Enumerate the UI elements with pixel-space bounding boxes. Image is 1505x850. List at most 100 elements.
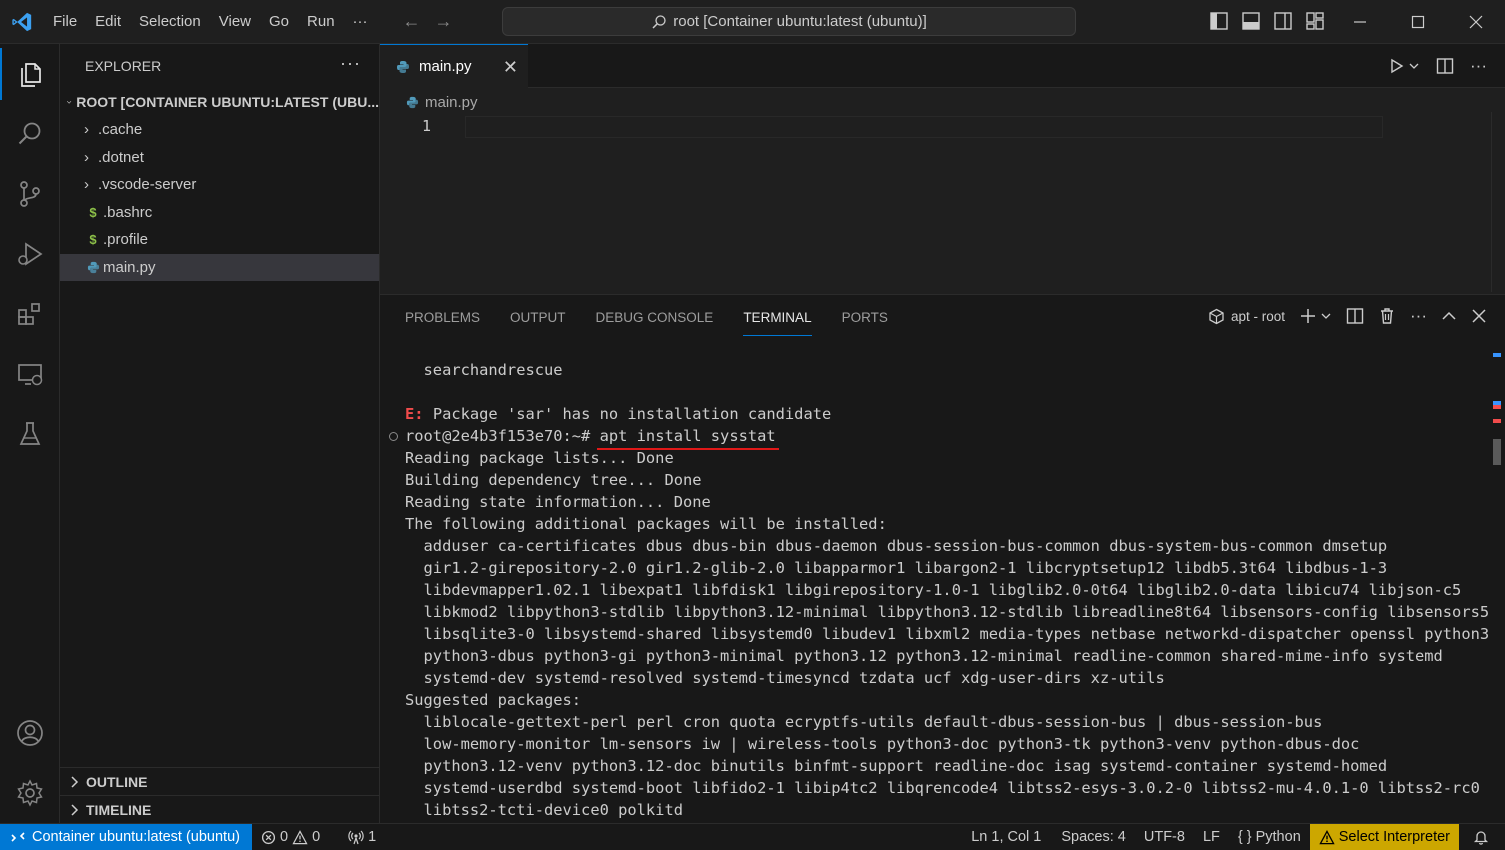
editor-more-actions-icon[interactable]: ···	[1470, 56, 1487, 76]
timeline-section[interactable]: TIMELINE	[60, 795, 380, 823]
maximize-button[interactable]	[1389, 0, 1447, 44]
explorer-activity-button[interactable]	[0, 48, 60, 100]
terminal-line: libdevmapper1.02.1 libexpat1 libfdisk1 l…	[405, 581, 1462, 599]
command-center-label: root [Container ubuntu:latest (ubuntu)]	[673, 13, 927, 30]
menu-go[interactable]: Go	[260, 0, 298, 43]
run-python-file-button[interactable]	[1388, 58, 1420, 74]
tree-item-dotnet[interactable]: › .dotnet	[60, 144, 379, 172]
command-center[interactable]: root [Container ubuntu:latest (ubuntu)]	[502, 7, 1076, 36]
terminal-scrollbar[interactable]	[1491, 353, 1501, 823]
select-interpreter-button[interactable]: Select Interpreter	[1309, 824, 1459, 850]
terminal-line: libkmod2 libpython3-stdlib libpython3.12…	[405, 603, 1490, 621]
overview-marker-blue	[1493, 353, 1501, 357]
minimize-icon	[1354, 21, 1366, 23]
explorer-header: EXPLORER ···	[60, 44, 379, 88]
language-mode[interactable]: { } Python	[1229, 824, 1310, 850]
extensions-activity-button[interactable]	[0, 288, 60, 340]
chevron-right-icon	[71, 775, 79, 788]
split-terminal-icon[interactable]	[1346, 307, 1364, 325]
code-line[interactable]: 1	[380, 116, 1385, 138]
terminal-line: liblocale-gettext-perl perl cron quota e…	[405, 713, 1323, 731]
maximize-panel-icon[interactable]	[1441, 308, 1457, 324]
remote-explorer-activity-button[interactable]	[0, 348, 60, 400]
encoding[interactable]: UTF-8	[1135, 824, 1194, 850]
play-icon	[1391, 58, 1404, 74]
scrollbar-thumb[interactable]	[1493, 439, 1501, 465]
panel-more-actions-icon[interactable]: ···	[1410, 306, 1427, 326]
terminal-line: Reading package lists... Done	[405, 449, 674, 467]
toggle-primary-sidebar-icon[interactable]	[1208, 10, 1230, 32]
layout-controls	[1208, 10, 1326, 32]
editor-scrollbar[interactable]	[1491, 112, 1505, 292]
run-debug-activity-button[interactable]	[0, 228, 60, 280]
explorer-more-actions-icon[interactable]: ···	[340, 53, 361, 74]
tree-item-label: .cache	[98, 121, 143, 139]
close-window-button[interactable]	[1447, 0, 1505, 44]
terminal-error-line: E: Package 'sar' has no installation can…	[405, 403, 1485, 425]
toggle-panel-icon[interactable]	[1240, 10, 1262, 32]
menu-bar: File Edit Selection View Go Run ···	[44, 0, 377, 43]
tab-problems[interactable]: PROBLEMS	[405, 310, 480, 325]
container-icon	[1209, 308, 1224, 324]
command-decoration-icon[interactable]	[389, 432, 398, 441]
tab-ports[interactable]: PORTS	[842, 310, 888, 325]
remote-indicator[interactable]: Container ubuntu:latest (ubuntu)	[0, 824, 252, 850]
toggle-secondary-sidebar-icon[interactable]	[1272, 10, 1294, 32]
ports-count: 1	[368, 829, 377, 845]
tab-terminal[interactable]: TERMINAL	[743, 310, 812, 336]
chevron-right-icon: ›	[84, 121, 89, 139]
forwarded-ports-indicator[interactable]: 1	[339, 824, 385, 850]
accounts-button[interactable]	[0, 707, 60, 759]
outline-section[interactable]: OUTLINE	[60, 767, 380, 795]
split-editor-icon[interactable]	[1436, 57, 1454, 75]
terminal-instance[interactable]: apt - root	[1208, 308, 1285, 325]
close-tab-icon[interactable]: ✕	[503, 57, 518, 78]
menu-selection[interactable]: Selection	[130, 0, 210, 43]
end-of-line[interactable]: LF	[1194, 824, 1229, 850]
breadcrumb-file[interactable]: main.py	[425, 94, 478, 111]
trash-icon[interactable]	[1378, 307, 1396, 325]
customize-layout-icon[interactable]	[1304, 10, 1326, 32]
panel-actions: apt - root ···	[1208, 306, 1487, 326]
files-icon	[21, 63, 41, 87]
menu-edit[interactable]: Edit	[86, 0, 130, 43]
terminal-line: python3.12-venv python3.12-doc binutils …	[405, 757, 1388, 775]
maximize-icon	[1411, 15, 1425, 29]
close-panel-icon[interactable]	[1471, 308, 1487, 324]
tree-item-label: .vscode-server	[98, 176, 197, 194]
tree-item-label: .bashrc	[103, 203, 153, 221]
panel-tabs: PROBLEMS OUTPUT DEBUG CONSOLE TERMINAL P…	[405, 295, 888, 339]
back-arrow-icon[interactable]: ←	[403, 11, 421, 32]
tree-item-vscode-server[interactable]: › .vscode-server	[60, 171, 379, 199]
menu-more[interactable]: ···	[344, 0, 377, 43]
tree-item-cache[interactable]: › .cache	[60, 116, 379, 144]
source-control-activity-button[interactable]	[0, 168, 60, 220]
tree-item-profile[interactable]: $ .profile	[60, 226, 379, 254]
tree-item-main-py[interactable]: main.py	[60, 253, 379, 281]
editor-tabs: main.py ✕ ···	[380, 44, 1505, 88]
manage-button[interactable]	[0, 767, 60, 819]
terminal-line: low-memory-monitor lm-sensors iw | wirel…	[405, 735, 1360, 753]
cursor-position[interactable]: Ln 1, Col 1	[962, 824, 1050, 850]
notifications-button[interactable]	[1459, 824, 1505, 850]
menu-run[interactable]: Run	[298, 0, 344, 43]
terminal-line: libtss2-tcti-device0 polkitd	[405, 801, 683, 819]
terminal-line: libsqlite3-0 libsystemd-shared libsystem…	[405, 625, 1490, 643]
terminal-output[interactable]: searchandrescue E: Package 'sar' has no …	[405, 359, 1490, 821]
source-control-icon	[20, 181, 40, 207]
forward-arrow-icon[interactable]: →	[435, 11, 453, 32]
new-terminal-button[interactable]	[1299, 307, 1332, 325]
gear-icon	[17, 779, 43, 807]
testing-activity-button[interactable]	[0, 408, 60, 460]
workspace-root-folder[interactable]: ROOT [CONTAINER UBUNTU:LATEST (UBU...	[60, 88, 379, 116]
tree-item-bashrc[interactable]: $ .bashrc	[60, 199, 379, 227]
search-activity-button[interactable]	[0, 108, 60, 160]
tab-output[interactable]: OUTPUT	[510, 310, 566, 325]
menu-file[interactable]: File	[44, 0, 86, 43]
indentation[interactable]: Spaces: 4	[1052, 824, 1135, 850]
menu-view[interactable]: View	[210, 0, 260, 43]
problems-indicator[interactable]: 0 0	[252, 824, 329, 850]
tab-debug-console[interactable]: DEBUG CONSOLE	[596, 310, 714, 325]
minimize-button[interactable]	[1331, 0, 1389, 44]
tab-main-py[interactable]: main.py ✕	[380, 44, 528, 88]
